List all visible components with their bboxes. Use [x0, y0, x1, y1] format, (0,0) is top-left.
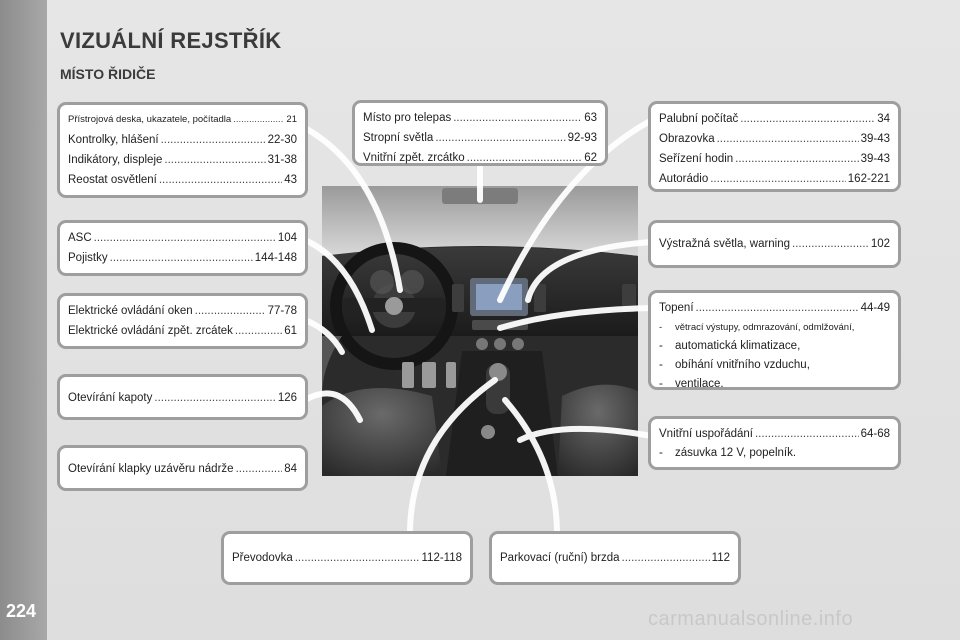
hazard-box: Výstražná světla, warning102	[648, 220, 901, 268]
gearbox-box: Převodovka112-118	[221, 531, 473, 585]
index-entry: Převodovka112-118	[232, 548, 462, 568]
index-entry: Vnitřní zpět. zrcátko62	[363, 148, 597, 168]
index-entry: Obrazovka39-43	[659, 129, 890, 149]
index-entry: Otevírání klapky uzávěru nádrže84	[68, 459, 297, 479]
index-entry: Vnitřní uspořádání64-68	[659, 424, 890, 444]
index-entry: Parkovací (ruční) brzda112	[500, 548, 730, 568]
index-entry: Indikátory, displeje31-38	[68, 150, 297, 170]
index-entry: Pojistky144-148	[68, 248, 297, 268]
fuel-flap-box: Otevírání klapky uzávěru nádrže84	[57, 445, 308, 491]
sub-item: - větrací výstupy, odmrazování, odmlžován…	[659, 322, 855, 333]
index-entry: Autorádio162-221	[659, 169, 890, 189]
sub-item: - automatická klimatizace,	[659, 340, 801, 352]
computer-box: Palubní počítač34 Obrazovka39-43 Seřízen…	[648, 101, 901, 192]
bonnet-box: Otevírání kapoty126	[57, 374, 308, 420]
index-entry: Výstražná světla, warning102	[659, 234, 890, 254]
sub-item: - zásuvka 12 V, popelník.	[659, 447, 797, 459]
index-entry: Seřízení hodin39-43	[659, 149, 890, 169]
index-entry: Reostat osvětlení43	[68, 170, 297, 190]
parking-brake-box: Parkovací (ruční) brzda112	[489, 531, 741, 585]
index-entry: Elektrické ovládání zpět. zrcátek61	[68, 321, 297, 341]
sub-item: - obíhání vnitřního vzduchu,	[659, 359, 810, 371]
index-entry: Topení44-49	[659, 298, 890, 318]
index-entry: Elektrické ovládání oken77-78	[68, 301, 297, 321]
storage-box: Vnitřní uspořádání64-68 -zásuvka 12 V, p…	[648, 416, 901, 470]
dashboard-box: Přístrojová deska, ukazatele, počítadla2…	[57, 102, 308, 198]
ceiling-box: Místo pro telepas63 Stropní světla92-93 …	[352, 100, 608, 166]
sub-item: - ventilace.	[659, 378, 724, 390]
asc-fuses-box: ASC104 Pojistky144-148	[57, 220, 308, 276]
index-entry: Palubní počítač34	[659, 109, 890, 129]
index-entry: ASC104	[68, 228, 297, 248]
index-entry: Otevírání kapoty126	[68, 388, 297, 408]
watermark: carmanualsonline.info	[648, 608, 854, 630]
index-entry: Místo pro telepas63	[363, 108, 597, 128]
index-entry: Kontrolky, hlášení22-30	[68, 130, 297, 150]
heating-box: Topení44-49 -větrací výstupy, odmrazován…	[648, 290, 901, 390]
index-entry: Přístrojová deska, ukazatele, počítadla2…	[68, 110, 297, 130]
windows-mirrors-box: Elektrické ovládání oken77-78 Elektrické…	[57, 293, 308, 349]
index-entry: Stropní světla92-93	[363, 128, 597, 148]
